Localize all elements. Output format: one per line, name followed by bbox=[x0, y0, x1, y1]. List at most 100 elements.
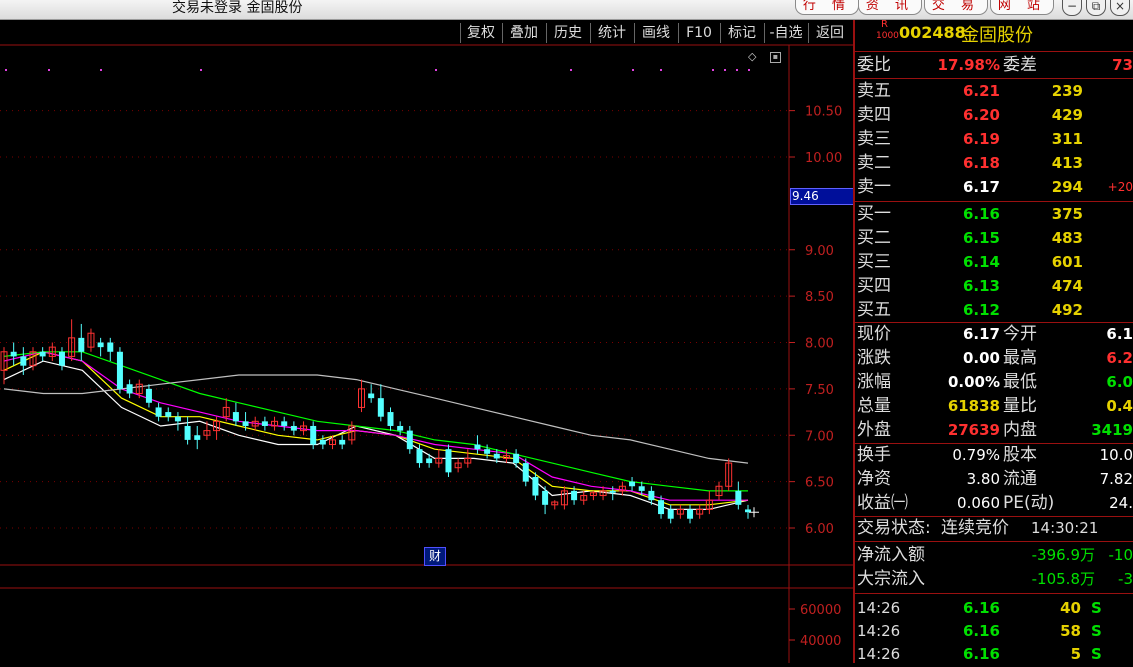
tick-price: 6.16 bbox=[962, 599, 1000, 617]
bid-label: 买五 bbox=[857, 300, 891, 320]
diamond-icon[interactable]: ◇ bbox=[748, 50, 756, 63]
stat-value: 7.82 bbox=[1099, 470, 1133, 488]
draw-line-button[interactable]: 画线 bbox=[634, 23, 677, 43]
stat-row: 净资 3.80 流通 7.82 bbox=[855, 468, 1133, 492]
bid-label: 买二 bbox=[857, 228, 891, 248]
ask-row[interactable]: 卖二 6.18 413 bbox=[855, 152, 1133, 176]
flow-pct: -3 bbox=[1118, 570, 1133, 588]
flow-label: 净流入额 bbox=[857, 545, 925, 565]
minimize-icon[interactable]: − bbox=[1062, 0, 1082, 16]
tick-side: S bbox=[1091, 599, 1102, 617]
mark-button[interactable]: 标记 bbox=[720, 23, 763, 43]
candle-body-down bbox=[165, 412, 172, 417]
candle-body-down bbox=[629, 481, 636, 487]
bid-price: 6.13 bbox=[962, 277, 1000, 295]
chart-toolbar: 复权 叠加 历史 统计 画线 F10 标记 -自选 返回 bbox=[0, 20, 853, 45]
restore-icon[interactable]: ⧉ bbox=[1086, 0, 1106, 16]
candle-body-down bbox=[155, 407, 162, 417]
stat-label: 最高 bbox=[1003, 348, 1037, 368]
news-button[interactable]: 资 讯 bbox=[858, 0, 922, 15]
event-dot bbox=[712, 69, 714, 71]
stat-label: 今开 bbox=[1003, 324, 1037, 344]
candle-body-down bbox=[194, 435, 201, 440]
ask-vol: 239 bbox=[1051, 82, 1083, 100]
candle-body-down bbox=[648, 490, 655, 501]
weibi-value: 17.98% bbox=[937, 56, 1000, 74]
candle-body-down bbox=[97, 342, 104, 348]
ask-row[interactable]: 卖四 6.20 429 bbox=[855, 104, 1133, 128]
price-axis-label: 6.00 bbox=[805, 522, 834, 537]
candle-body-down bbox=[387, 412, 394, 426]
stat-value: 3.80 bbox=[966, 470, 1000, 488]
history-button[interactable]: 历史 bbox=[546, 23, 589, 43]
stat-row: 换手 0.79% 股本 10.0 bbox=[855, 444, 1133, 468]
stat-label: 外盘 bbox=[857, 420, 891, 440]
candle-body-down bbox=[735, 490, 742, 505]
bid-row[interactable]: 买四 6.13 474 bbox=[855, 275, 1133, 299]
add-watchlist-button[interactable]: -自选 bbox=[764, 23, 807, 43]
overlay-button[interactable]: 叠加 bbox=[502, 23, 545, 43]
candle-body-down bbox=[609, 490, 616, 493]
stat-label: 总量 bbox=[857, 396, 891, 416]
stat-label: 流通 bbox=[1003, 469, 1037, 489]
f10-button[interactable]: F10 bbox=[678, 23, 719, 43]
stat-row: 收益㈠ 0.060 PE(动) 24. bbox=[855, 492, 1133, 516]
candle-body-down bbox=[484, 449, 491, 454]
bid-price: 6.14 bbox=[962, 253, 1000, 271]
candle-body-down bbox=[416, 449, 423, 464]
finance-badge[interactable]: 财 bbox=[424, 547, 446, 566]
stock-header: R 1000 002488 金固股份 bbox=[855, 19, 1133, 47]
candle-body-down bbox=[290, 425, 297, 431]
back-button[interactable]: 返回 bbox=[808, 23, 851, 43]
candle-body-down bbox=[232, 412, 239, 422]
price-axis-label: 8.50 bbox=[805, 290, 834, 305]
website-button[interactable]: 网 站 bbox=[990, 0, 1054, 15]
kline-chart[interactable]: 10.50 10.00 9.00 8.50 8.00 7.50 7.00 6.50 6.00 6… bbox=[0, 20, 853, 663]
ma-line bbox=[3, 351, 748, 501]
candle-body-down bbox=[368, 393, 375, 399]
ask-label: 卖二 bbox=[857, 153, 891, 173]
price-axis-label: 7.50 bbox=[805, 383, 834, 398]
ask-row[interactable]: 卖五 6.21 239 bbox=[855, 80, 1133, 104]
event-markers bbox=[5, 69, 750, 71]
stat-label: 最低 bbox=[1003, 372, 1037, 392]
price-marker: 9.46 bbox=[790, 188, 855, 205]
bid-vol: 601 bbox=[1051, 253, 1083, 271]
weibi-row: 委比 17.98% 委差 73 bbox=[855, 54, 1133, 78]
stat-value: 3419 bbox=[1091, 421, 1133, 439]
close-icon[interactable]: × bbox=[1110, 0, 1130, 16]
trade-button[interactable]: 交 易 bbox=[924, 0, 988, 15]
event-dot bbox=[435, 69, 437, 71]
ask-vol: 294 bbox=[1051, 178, 1083, 196]
event-dot bbox=[5, 69, 7, 71]
ask-price: 6.18 bbox=[962, 154, 1000, 172]
stats-button[interactable]: 统计 bbox=[590, 23, 633, 43]
tick-vol: 5 bbox=[1070, 645, 1081, 663]
ma-line bbox=[3, 374, 749, 464]
candle-body-down bbox=[532, 476, 539, 496]
panel-toggle-icon[interactable]: ▪ bbox=[770, 52, 781, 63]
candle-body-down bbox=[687, 509, 694, 519]
stat-value: 0.00 bbox=[962, 349, 1000, 367]
quote-panel: R 1000 002488 金固股份 委比 17.98% 委差 73 卖五 6.… bbox=[853, 19, 1133, 663]
bid-row[interactable]: 买三 6.14 601 bbox=[855, 251, 1133, 275]
price-axis-label: 9.00 bbox=[805, 244, 834, 259]
tick-side: S bbox=[1091, 645, 1102, 663]
ask-row[interactable]: 卖一 6.17 294 +20 bbox=[855, 176, 1133, 200]
bid-row[interactable]: 买五 6.12 492 bbox=[855, 299, 1133, 323]
ask-vol: 429 bbox=[1051, 106, 1083, 124]
ask-row[interactable]: 卖三 6.19 311 bbox=[855, 128, 1133, 152]
bid-row[interactable]: 买一 6.16 375 bbox=[855, 203, 1133, 227]
market-button[interactable]: 行 情 bbox=[795, 0, 859, 15]
ask-label: 卖五 bbox=[857, 81, 891, 101]
candle-body-down bbox=[339, 439, 346, 445]
candle-body-down bbox=[658, 500, 665, 515]
kline-chart-area[interactable]: 10.50 10.00 9.00 8.50 8.00 7.50 7.00 6.50 6.00 6… bbox=[0, 20, 855, 663]
stat-value: 6.17 bbox=[962, 325, 1000, 343]
bid-row[interactable]: 买二 6.15 483 bbox=[855, 227, 1133, 251]
ask-vol: 311 bbox=[1051, 130, 1083, 148]
fuquan-button[interactable]: 复权 bbox=[460, 23, 501, 43]
ask-price: 6.17 bbox=[962, 178, 1000, 196]
event-dot bbox=[632, 69, 634, 71]
stat-label: 现价 bbox=[857, 324, 891, 344]
